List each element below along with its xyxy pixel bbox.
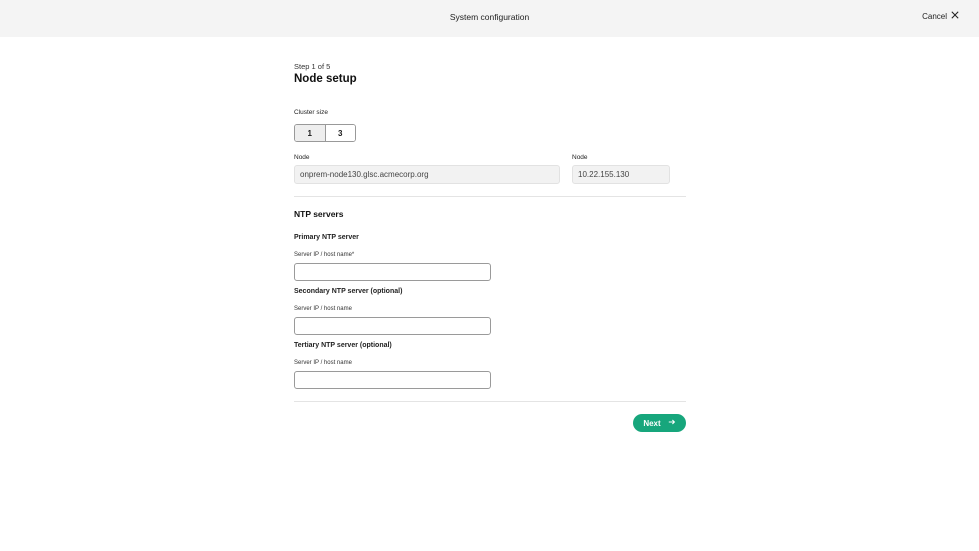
node-hostname-field: onprem-node130.glsc.acmecorp.org <box>294 165 560 184</box>
divider <box>294 196 686 197</box>
cancel-button[interactable]: Cancel <box>922 11 959 21</box>
ntp-servers-heading: NTP servers <box>294 209 344 219</box>
secondary-ntp-input[interactable] <box>294 317 491 335</box>
node-hostname-label: Node <box>294 154 310 161</box>
node-ip-label: Node <box>572 154 588 161</box>
close-icon <box>951 11 959 21</box>
primary-ntp-label: Server IP / host name* <box>294 252 355 258</box>
step-indicator: Step 1 of 5 <box>294 62 331 71</box>
secondary-ntp-heading: Secondary NTP server (optional) <box>294 288 403 295</box>
cancel-label: Cancel <box>922 11 947 21</box>
cluster-size-label: Cluster size <box>294 109 328 116</box>
tertiary-ntp-label: Server IP / host name <box>294 360 352 366</box>
arrow-right-icon <box>668 418 676 428</box>
tertiary-ntp-input[interactable] <box>294 371 491 389</box>
tertiary-ntp-heading: Tertiary NTP server (optional) <box>294 342 392 349</box>
secondary-ntp-label: Server IP / host name <box>294 306 352 312</box>
next-button[interactable]: Next <box>633 414 686 432</box>
wizard-title: Node setup <box>294 73 357 85</box>
page-title: System configuration <box>449 12 530 22</box>
cluster-size-option-1[interactable]: 1 <box>295 125 325 141</box>
primary-ntp-heading: Primary NTP server <box>294 234 359 241</box>
cluster-size-option-3[interactable]: 3 <box>324 125 355 141</box>
next-label: Next <box>643 418 661 428</box>
primary-ntp-input[interactable] <box>294 263 491 281</box>
cluster-size-toggle: 1 3 <box>294 124 356 142</box>
divider <box>294 401 686 402</box>
top-bar: System configuration Cancel <box>0 0 979 37</box>
node-ip-field: 10.22.155.130 <box>572 165 670 184</box>
